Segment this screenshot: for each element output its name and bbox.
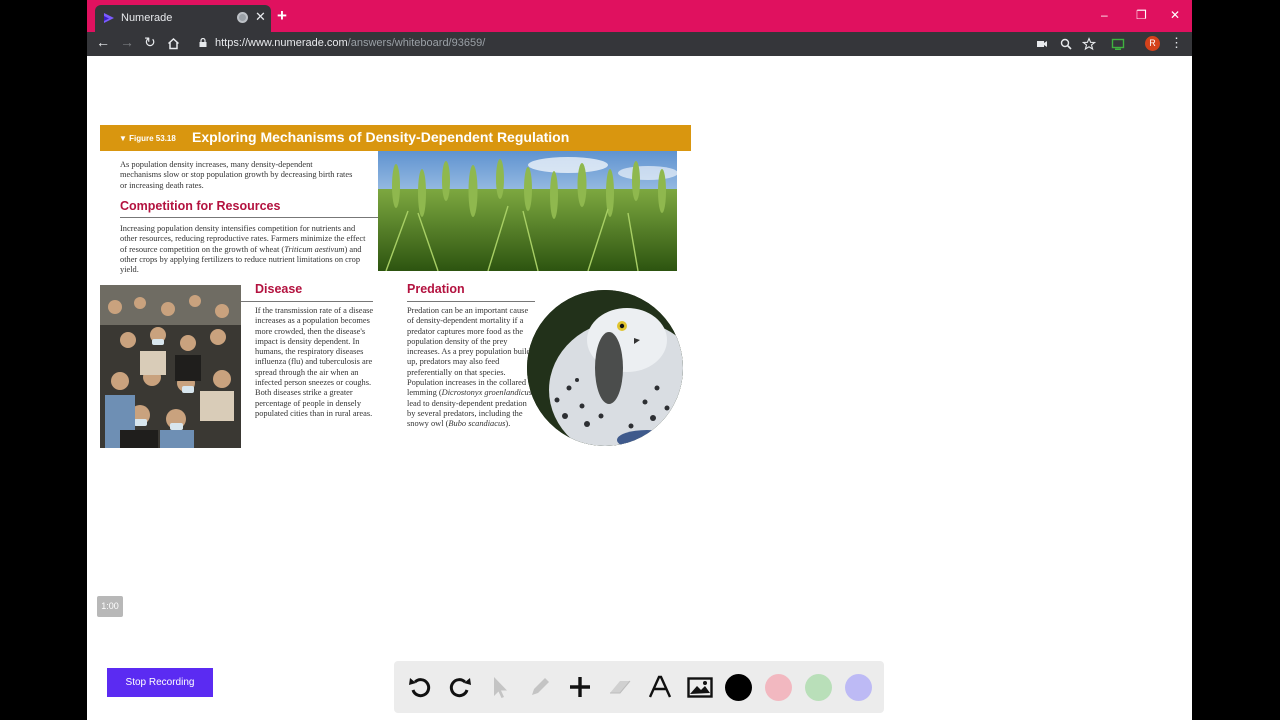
color-pink[interactable]: [765, 674, 792, 701]
url-host: https://www.numerade.com: [215, 37, 348, 49]
disease-heading: Disease: [255, 282, 303, 296]
restore-icon[interactable]: ❐: [1136, 8, 1147, 22]
bookmark-star-icon[interactable]: [1082, 37, 1096, 51]
whiteboard-toolbar: [394, 661, 884, 713]
figure-header: ▼ Figure 53.18 Exploring Mechanisms of D…: [100, 125, 691, 151]
predation-heading: Predation: [407, 282, 465, 296]
camera-icon[interactable]: [1035, 37, 1049, 51]
new-tab-icon[interactable]: +: [277, 6, 287, 26]
color-black[interactable]: [725, 674, 752, 701]
figure-number: ▼ Figure 53.18: [119, 134, 176, 143]
back-icon[interactable]: ←: [96, 34, 110, 50]
tab-numerade[interactable]: Numerade ✕: [95, 5, 271, 32]
zoom-icon[interactable]: [1059, 37, 1073, 51]
predation-text: Predation can be an important cause of d…: [407, 306, 535, 429]
tab-title: Numerade: [121, 12, 173, 24]
select-icon[interactable]: [486, 673, 514, 701]
menu-kebab-icon[interactable]: ⋮: [1170, 35, 1183, 51]
address-bar: ← → ↻ https://www.numerade.com/answers/w…: [87, 32, 1192, 56]
home-icon[interactable]: [167, 37, 180, 50]
textbook-figure: ▼ Figure 53.18 Exploring Mechanisms of D…: [100, 125, 691, 455]
figure-intro: As population density increases, many de…: [120, 160, 353, 190]
lock-icon: [199, 38, 207, 47]
snowy-owl-image: [527, 290, 683, 446]
wheat-field-image: [378, 151, 677, 271]
browser-window: Numerade ✕ + – ❐ ✕ ← → ↻ https://www.num…: [87, 0, 1192, 720]
url-path: /answers/whiteboard/93659/: [347, 37, 486, 49]
color-lavender[interactable]: [845, 674, 872, 701]
disease-text: If the transmission rate of a disease in…: [255, 306, 374, 418]
close-window-icon[interactable]: ✕: [1170, 8, 1180, 22]
divider: [407, 301, 535, 302]
stop-recording-button[interactable]: Stop Recording: [107, 668, 213, 697]
divider: [241, 301, 373, 302]
image-icon[interactable]: [686, 673, 714, 701]
profile-avatar[interactable]: R: [1145, 36, 1160, 51]
minimize-icon[interactable]: –: [1101, 8, 1108, 22]
eraser-icon[interactable]: [606, 673, 634, 701]
numerade-logo-icon: [104, 13, 114, 23]
recording-timer: 1:00: [97, 596, 123, 617]
tab-bar: Numerade ✕ + – ❐ ✕: [87, 0, 1192, 32]
add-icon[interactable]: [566, 673, 594, 701]
reload-icon[interactable]: ↻: [144, 34, 156, 51]
cast-icon[interactable]: [1111, 37, 1125, 51]
forward-icon[interactable]: →: [120, 34, 134, 50]
tab-close-icon[interactable]: ✕: [255, 9, 266, 25]
crowd-photo-image: [100, 285, 241, 448]
competition-heading: Competition for Resources: [120, 199, 281, 213]
figure-title: Exploring Mechanisms of Density-Dependen…: [192, 129, 570, 145]
text-icon[interactable]: [646, 673, 674, 701]
url-field[interactable]: https://www.numerade.com/answers/whitebo…: [215, 37, 485, 49]
undo-icon[interactable]: [406, 673, 434, 701]
competition-text: Increasing population density intensifie…: [120, 224, 366, 275]
recording-indicator-icon: [237, 12, 248, 23]
pen-icon[interactable]: [526, 673, 554, 701]
color-green[interactable]: [805, 674, 832, 701]
redo-icon[interactable]: [446, 673, 474, 701]
divider: [120, 217, 378, 218]
